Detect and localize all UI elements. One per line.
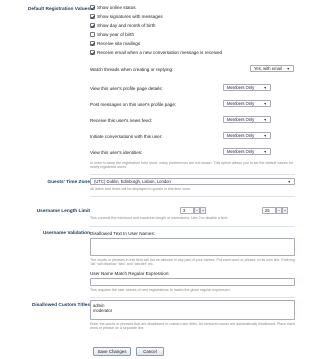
checkbox-show-online[interactable]: Show online status	[90, 5, 136, 10]
checkbox-show-signatures[interactable]: Show signatures with messages	[90, 14, 163, 19]
select-value: Members Only	[227, 117, 255, 122]
checkbox-icon[interactable]	[90, 50, 95, 55]
username-length-hint: This controls the minimum and maximum le…	[90, 216, 229, 220]
checkbox-icon[interactable]	[90, 23, 95, 28]
checkbox-site-mailings[interactable]: Receive site mailings	[90, 41, 140, 46]
select-value: Members Only	[227, 101, 255, 106]
privacy-newsfeed-label: Receive this user's news feed:	[90, 118, 152, 123]
watch-threads-label: Watch threads when creating or replying:	[90, 67, 174, 72]
checkbox-label: Show signatures with messages	[97, 14, 163, 19]
select-value: Yes, with email	[254, 66, 282, 71]
disallowed-text-textarea[interactable]	[90, 238, 295, 256]
chevron-down-icon: ▼	[286, 66, 290, 71]
spin-value: 3	[183, 208, 186, 213]
privacy-newsfeed-select[interactable]: Members Only ▼	[223, 116, 271, 123]
regex-hint: This requires the user names of new regi…	[90, 288, 231, 292]
registration-section: Show online status Show signatures with …	[90, 5, 295, 170]
privacy-identities-select[interactable]: Members Only ▼	[223, 148, 271, 155]
checkbox-label: Receive email when a new conversation me…	[97, 50, 223, 55]
spin-value: 25	[265, 208, 270, 213]
checkbox-conversation-email[interactable]: Receive email when a new conversation me…	[90, 50, 222, 55]
privacy-identities-label: View this user's identities:	[90, 150, 143, 155]
username-length-label: Username Length Limit	[36, 209, 90, 214]
chevron-down-icon: ▼	[287, 179, 291, 184]
disallowed-text-hint: The words or phrases in this field will …	[90, 258, 295, 267]
select-value: Members Only	[227, 149, 255, 154]
registration-hint: In order to keep the registration form s…	[90, 161, 293, 170]
disallowed-text-label: Disallowed Text In User Names:	[90, 231, 156, 236]
timezone-label: Guests' Time Zone	[47, 180, 90, 185]
chevron-down-icon: ▼	[263, 85, 267, 90]
chevron-down-icon: ▼	[263, 149, 267, 154]
select-value: Members Only	[227, 85, 255, 90]
regex-label: User Name Match Regular Expression:	[90, 271, 170, 276]
privacy-conversations-label: Initiate conversations with this user:	[90, 134, 163, 139]
divider	[90, 226, 295, 227]
save-button[interactable]: Save Changes	[93, 347, 131, 356]
divider	[90, 174, 295, 175]
checkbox-icon[interactable]	[90, 14, 95, 19]
checkbox-icon[interactable]	[90, 32, 95, 37]
timezone-select[interactable]: (UTC) Dublin, Edinburgh, Lisbon, London …	[90, 178, 295, 185]
privacy-post-label: Post messages on this user's profile pag…	[90, 102, 177, 107]
checkbox-icon[interactable]	[90, 41, 95, 46]
cancel-button[interactable]: Cancel	[136, 347, 164, 356]
custom-titles-textarea[interactable]: admin moderator	[90, 300, 295, 320]
timezone-hint: All dates and times will be displayed to…	[90, 187, 192, 191]
chevron-down-icon: ▼	[263, 133, 267, 138]
select-value: Members Only	[227, 133, 255, 138]
chevron-down-icon: ▼	[263, 101, 267, 106]
checkbox-label: Show year of birth	[97, 32, 135, 37]
username-max-input[interactable]: 25	[262, 207, 276, 214]
checkbox-show-dob[interactable]: Show day and month of birth	[90, 23, 155, 28]
custom-titles-hint: Enter the words or phrases that are disa…	[90, 322, 295, 331]
registration-label: Default Registration Values	[27, 7, 90, 12]
regex-input[interactable]	[90, 278, 295, 286]
checkbox-label: Show day and month of birth	[97, 23, 156, 28]
username-min-input[interactable]: 3	[180, 207, 194, 214]
username-validation-label: Username Validation	[42, 231, 90, 236]
divider	[90, 196, 295, 197]
custom-title-line: moderator	[93, 307, 113, 313]
custom-titles-label: Disallowed Custom Titles	[31, 303, 90, 308]
chevron-down-icon: ▼	[263, 117, 267, 122]
watch-threads-select[interactable]: Yes, with email ▼	[250, 65, 294, 72]
checkbox-label: Receive site mailings	[97, 41, 141, 46]
select-value: (UTC) Dublin, Edinburgh, Lisbon, London	[94, 179, 171, 184]
username-min-increment[interactable]: +	[200, 207, 206, 214]
privacy-post-select[interactable]: Members Only ▼	[223, 100, 271, 107]
privacy-profile-label: View this user's profile page details:	[90, 86, 163, 91]
privacy-conversations-select[interactable]: Members Only ▼	[223, 132, 271, 139]
username-max-increment[interactable]: +	[282, 207, 288, 214]
checkbox-icon[interactable]	[90, 5, 95, 10]
divider	[90, 297, 295, 298]
checkbox-label: Show online status	[97, 5, 136, 10]
privacy-profile-select[interactable]: Members Only ▼	[223, 84, 271, 91]
checkbox-show-year[interactable]: Show year of birth	[90, 32, 134, 37]
